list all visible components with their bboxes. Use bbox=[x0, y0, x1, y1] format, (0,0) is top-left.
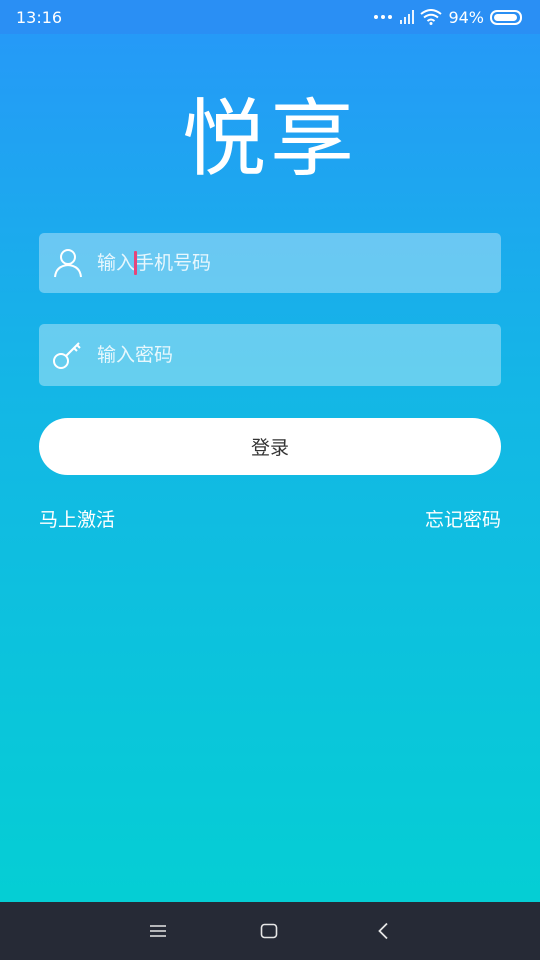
activate-link[interactable]: 马上激活 bbox=[39, 507, 115, 533]
menu-icon bbox=[150, 925, 166, 937]
battery-fill bbox=[494, 13, 517, 21]
back-icon bbox=[378, 922, 388, 940]
phone-field[interactable] bbox=[39, 233, 501, 293]
password-field[interactable] bbox=[39, 324, 501, 386]
battery-percent: 94% bbox=[448, 7, 484, 27]
forgot-password-link[interactable]: 忘记密码 bbox=[425, 507, 501, 533]
menu-button[interactable] bbox=[128, 902, 188, 960]
login-button[interactable]: 登录 bbox=[39, 418, 501, 475]
back-button[interactable] bbox=[353, 902, 413, 960]
battery-icon bbox=[490, 9, 522, 25]
home-icon bbox=[260, 923, 278, 939]
cell-signal-icon bbox=[400, 10, 415, 24]
phone-input[interactable] bbox=[97, 233, 501, 293]
user-icon bbox=[39, 233, 97, 293]
text-caret bbox=[134, 251, 137, 275]
status-icons: 94% bbox=[374, 8, 522, 27]
home-button[interactable] bbox=[239, 902, 299, 960]
status-bar: 13:16 94% bbox=[0, 0, 540, 34]
wifi-icon bbox=[420, 9, 443, 25]
status-time: 13:16 bbox=[16, 7, 63, 27]
more-dots-icon bbox=[374, 15, 393, 19]
navigation-bar bbox=[0, 902, 540, 960]
key-icon bbox=[39, 325, 97, 385]
app-logo: 悦享 bbox=[181, 90, 358, 188]
password-input[interactable] bbox=[97, 324, 501, 386]
